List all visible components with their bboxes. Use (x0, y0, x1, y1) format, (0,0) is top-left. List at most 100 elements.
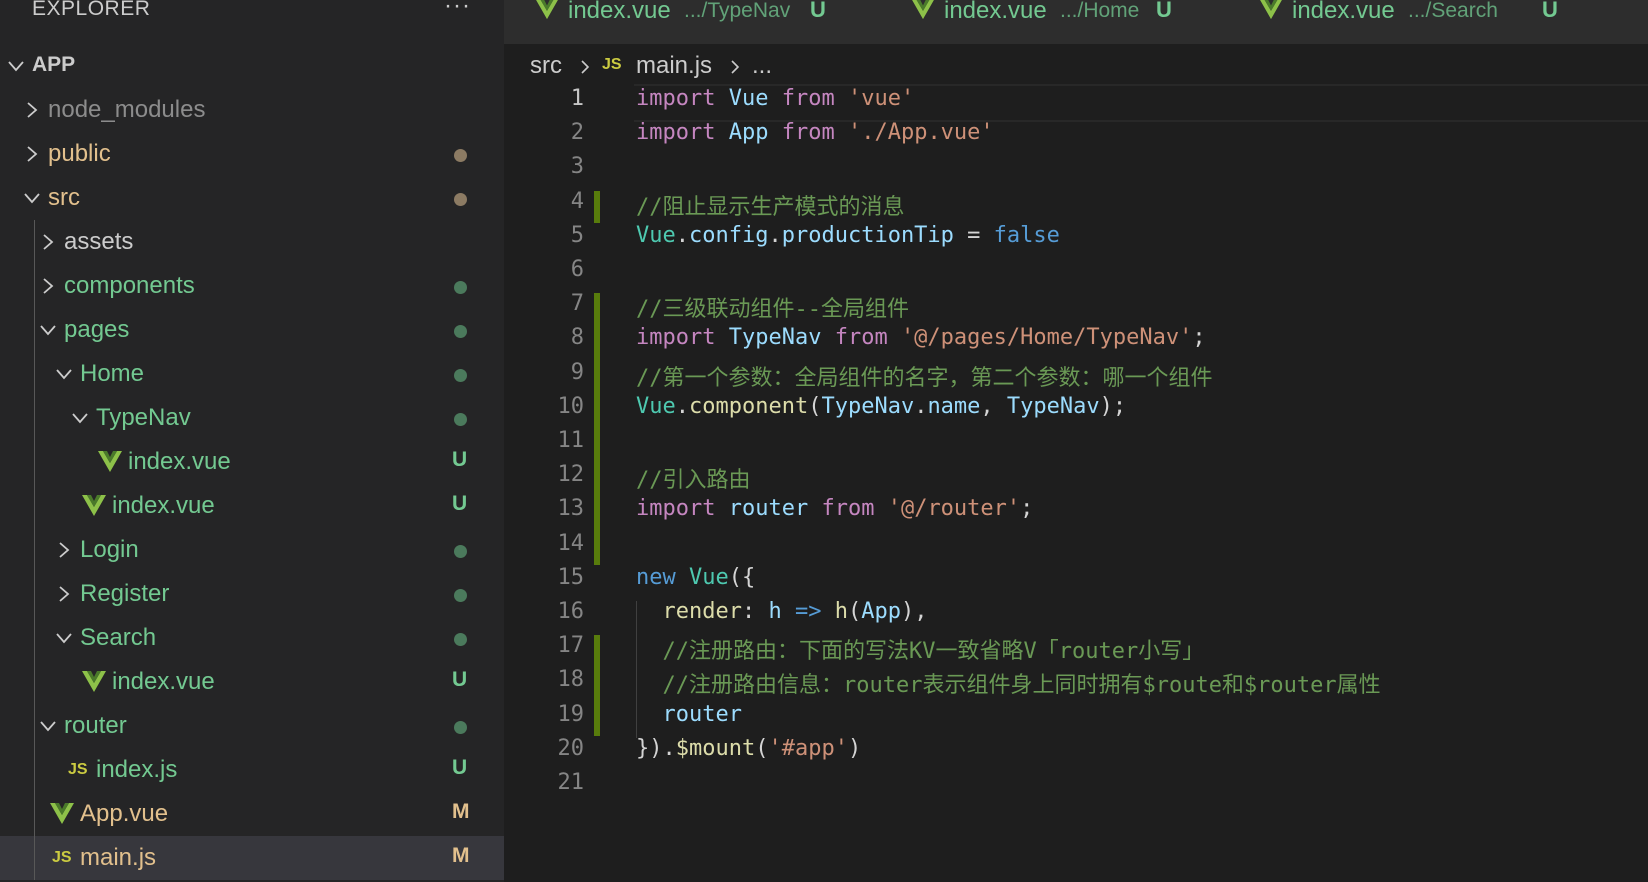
chevron-down-icon[interactable] (36, 318, 60, 342)
code-token: App (861, 599, 901, 624)
tab-file-name: index.vue (944, 0, 1047, 24)
tree-item-home[interactable]: Home (0, 352, 504, 396)
code-token: //引入路由 (636, 468, 751, 494)
code-token: ); (1099, 393, 1127, 419)
chevron-down-icon[interactable] (52, 362, 76, 386)
code-line[interactable]: router (636, 702, 742, 727)
breadcrumb-file[interactable]: main.js (636, 52, 712, 80)
code-line[interactable]: //阻止显示生产模式的消息 (636, 189, 905, 221)
tree-item-index-vue[interactable]: index.vue U (0, 440, 504, 484)
more-actions-icon[interactable]: ··· (444, 0, 471, 20)
tree-item-label: router (64, 712, 127, 739)
vue-file-icon (98, 451, 122, 472)
code-line[interactable]: }).$mount('#app') (636, 736, 861, 761)
code-line[interactable]: //第一个参数：全局组件的名字，第二个参数：哪一个组件 (636, 360, 1213, 392)
tree-item-label: App.vue (80, 800, 169, 827)
line-number: 16 (557, 599, 585, 624)
code-line[interactable]: import router from '@/router'; (636, 496, 1033, 521)
tree-item-login[interactable]: Login (0, 528, 504, 572)
git-status-dot (454, 633, 467, 646)
tree-item-components[interactable]: components (0, 264, 504, 308)
chevron-right-icon[interactable] (20, 142, 44, 166)
tree-item-label: TypeNav (96, 404, 191, 431)
code-token: . (675, 393, 689, 419)
code-line[interactable]: //注册路由：下面的写法KV一致省略V「router小写」 (636, 633, 1205, 665)
vue-file-icon (50, 803, 74, 824)
tree-item-label: Login (80, 536, 139, 563)
tree-item-label: Search (80, 624, 157, 651)
editor-tab[interactable]: index.vue .../Search U (1228, 0, 1648, 44)
code-line[interactable]: //三级联动组件--全局组件 (636, 291, 909, 323)
code-line[interactable]: //注册路由信息：router表示组件身上同时拥有$route和$router属… (636, 667, 1381, 699)
tree-item-register[interactable]: Register (0, 572, 504, 616)
tree-item-pages[interactable]: pages (0, 308, 504, 352)
tree-item-typenav[interactable]: TypeNav (0, 396, 504, 440)
code-line[interactable]: render: h => h(App), (636, 599, 928, 624)
breadcrumb-symbols[interactable]: ... (752, 52, 772, 80)
tree-item-label: APP (32, 53, 76, 76)
line-number: 20 (557, 735, 585, 761)
tree-item-router[interactable]: router (0, 704, 504, 748)
code-line[interactable]: new Vue({ (636, 565, 755, 590)
code-token: import (636, 86, 716, 111)
editor-tab[interactable]: index.vue .../Home U (880, 0, 1229, 44)
code-line[interactable]: Vue.component(TypeNav.name, TypeNav); (636, 394, 1126, 419)
tree-item-index-vue[interactable]: index.vue U (0, 660, 504, 704)
chevron-right-icon[interactable] (52, 582, 76, 606)
code-line[interactable]: import App from './App.vue' (636, 120, 994, 145)
tree-item-index-vue[interactable]: index.vue U (0, 484, 504, 528)
tree-item-public[interactable]: public (0, 132, 504, 176)
code-token: import (636, 120, 716, 146)
chevron-down-icon[interactable] (52, 626, 76, 650)
tree-item-node-modules[interactable]: node_modules (0, 88, 504, 132)
tree-item-search[interactable]: Search (0, 616, 504, 660)
tree-item-label: pages (64, 316, 130, 343)
vue-file-icon (912, 0, 934, 20)
code-token: render (662, 599, 742, 624)
code-line[interactable]: Vue.config.productionTip = false (636, 223, 1060, 248)
tree-item-label: index.vue (112, 492, 215, 519)
tree-item-app[interactable]: APP (0, 44, 504, 88)
chevron-right-icon[interactable] (52, 538, 76, 562)
code-token: from (821, 496, 875, 522)
code-token: //阻止显示生产模式的消息 (636, 194, 905, 220)
git-status-badge: U (452, 492, 468, 515)
chevron-right-icon[interactable] (36, 230, 60, 254)
git-status-dot (454, 545, 467, 558)
code-line[interactable]: import TypeNav from '@/pages/Home/TypeNa… (636, 325, 1206, 350)
tree-item-main-js[interactable]: JS main.js M (0, 836, 504, 880)
git-status-badge: U (452, 756, 468, 779)
code-token: h (834, 599, 848, 624)
code-line[interactable]: import Vue from 'vue' (636, 86, 914, 111)
tree-item-assets[interactable]: assets (0, 220, 504, 264)
chevron-down-icon[interactable] (68, 406, 92, 430)
line-number: 17 (557, 633, 585, 659)
chevron-right-icon[interactable] (36, 274, 60, 298)
tree-item-index-js[interactable]: JS index.js U (0, 748, 504, 792)
tree-item-src[interactable]: src (0, 176, 504, 220)
tree-item-app-vue[interactable]: App.vue M (0, 792, 504, 836)
code-token: component (689, 393, 809, 419)
chevron-down-icon[interactable] (36, 714, 60, 738)
code-token: App (728, 120, 769, 146)
chevron-right-icon[interactable] (20, 98, 44, 122)
code-token: TypeNav (1006, 393, 1100, 419)
code-editor[interactable]: 1 import Vue from 'vue' 2 import App from '… (504, 84, 1648, 882)
editor-tab[interactable]: index.vue .../TypeNav U (504, 0, 881, 44)
line-number: 12 (557, 462, 585, 488)
indent-guide (34, 264, 35, 308)
breadcrumb-folder[interactable]: src (530, 52, 562, 80)
chevron-down-icon[interactable] (20, 186, 44, 210)
git-modified-marker (594, 635, 600, 736)
git-modified-marker (594, 293, 600, 565)
chevron-down-icon[interactable] (4, 54, 28, 78)
tree-item-label: main.js (80, 844, 157, 871)
indent-guide (34, 748, 35, 792)
code-line[interactable]: //引入路由 (636, 462, 751, 494)
